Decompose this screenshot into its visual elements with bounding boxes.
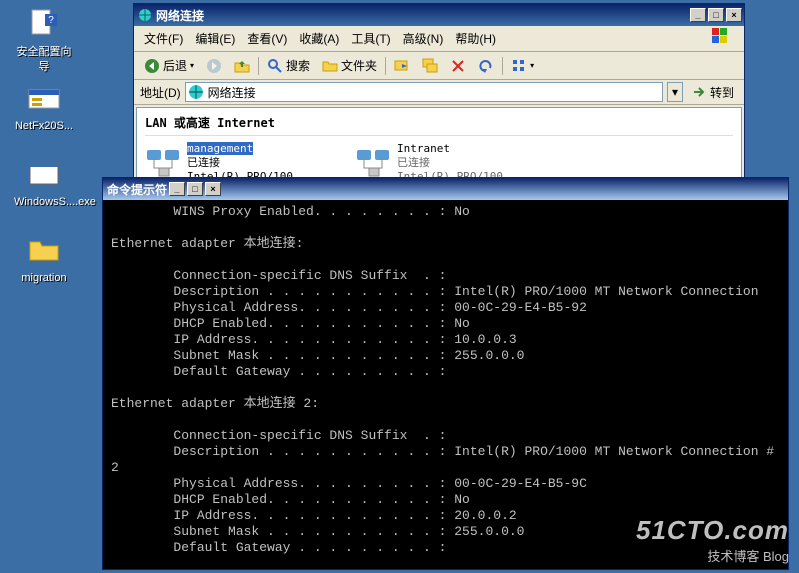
windows-flag-icon — [712, 28, 740, 44]
maximize-button[interactable]: □ — [708, 8, 724, 22]
nic-icon — [145, 146, 181, 180]
minimize-button[interactable]: _ — [169, 182, 185, 196]
menu-advanced[interactable]: 高级(N) — [397, 28, 450, 49]
explorer-menubar: 文件(F) 编辑(E) 查看(V) 收藏(A) 工具(T) 高级(N) 帮助(H… — [134, 26, 744, 52]
address-label: 地址(D) — [140, 84, 181, 101]
copy-to-icon — [422, 58, 438, 74]
folders-icon — [322, 58, 338, 74]
nic-icon — [355, 146, 391, 180]
go-arrow-icon — [691, 84, 707, 100]
connection-status: 已连接 — [187, 156, 313, 170]
explorer-title: 网络连接 — [156, 7, 204, 24]
network-icon — [138, 8, 152, 22]
menu-file[interactable]: 文件(F) — [138, 28, 189, 49]
delete-icon — [450, 58, 466, 74]
folders-button[interactable]: 文件夹 — [318, 55, 381, 76]
desktop-icon-label: WindowsS....exe — [14, 196, 96, 208]
up-button[interactable] — [230, 56, 254, 76]
network-icon — [188, 84, 204, 100]
group-header: LAN 或高速 Internet — [137, 108, 741, 135]
menu-edit[interactable]: 编辑(E) — [189, 28, 241, 49]
maximize-button[interactable]: □ — [187, 182, 203, 196]
desktop-icon-windowss-exe[interactable]: WindowsS....exe — [14, 158, 74, 209]
explorer-content[interactable]: LAN 或高速 Internet management 已连接 Intel(R)… — [136, 107, 742, 187]
menu-help[interactable]: 帮助(H) — [449, 28, 502, 49]
folder-icon — [28, 234, 60, 266]
connection-name: Intranet — [397, 142, 523, 156]
desktop-icon-label: 安全配置向导 — [17, 46, 72, 73]
chevron-down-icon: ▾ — [530, 61, 534, 70]
undo-icon — [478, 58, 494, 74]
watermark-line1: 51CTO.com — [636, 515, 789, 546]
address-dropdown[interactable]: ▾ — [667, 82, 683, 102]
back-icon — [144, 58, 160, 74]
menu-tools[interactable]: 工具(T) — [345, 28, 396, 49]
menu-view[interactable]: 查看(V) — [241, 28, 293, 49]
undo-button[interactable] — [474, 56, 498, 76]
desktop-icon-netfx[interactable]: NetFx20S... — [14, 82, 74, 133]
delete-button[interactable] — [446, 56, 470, 76]
shield-icon: ? — [28, 8, 60, 40]
tool-move-button[interactable] — [390, 56, 414, 76]
views-button[interactable]: ▾ — [507, 56, 538, 76]
up-folder-icon — [234, 58, 250, 74]
views-icon — [511, 58, 527, 74]
connection-status: 已连接 — [397, 156, 523, 170]
cmd-output[interactable]: WINS Proxy Enabled. . . . . . . . : No E… — [103, 200, 788, 569]
close-button[interactable]: × — [205, 182, 221, 196]
address-input[interactable] — [185, 82, 663, 102]
explorer-toolbar: 后退 ▾ 搜索 文件夹 ▾ — [134, 52, 744, 80]
search-icon — [267, 58, 283, 74]
desktop-icon-label: NetFx20S... — [15, 120, 73, 132]
menu-fav[interactable]: 收藏(A) — [293, 28, 345, 49]
explorer-window: 网络连接 _ □ × 文件(F) 编辑(E) 查看(V) 收藏(A) 工具(T)… — [133, 3, 745, 185]
forward-button[interactable] — [202, 56, 226, 76]
watermark: 51CTO.com 技术博客 Blog — [636, 515, 789, 565]
connection-name: management — [187, 142, 253, 155]
move-to-icon — [394, 58, 410, 74]
back-button[interactable]: 后退 ▾ — [140, 55, 198, 76]
cmd-titlebar[interactable]: C:\ 命令提示符 _ □ × — [103, 178, 788, 200]
desktop-icon-migration[interactable]: migration — [14, 234, 74, 285]
tool-copy-button[interactable] — [418, 56, 442, 76]
explorer-titlebar[interactable]: 网络连接 _ □ × — [134, 4, 744, 26]
svg-text:?: ? — [48, 15, 54, 26]
watermark-line2: 技术博客 Blog — [636, 546, 789, 565]
minimize-button[interactable]: _ — [690, 8, 706, 22]
chevron-down-icon: ▾ — [190, 61, 194, 70]
go-button[interactable]: 转到 — [687, 84, 738, 101]
setup-icon — [28, 82, 60, 114]
search-button[interactable]: 搜索 — [263, 55, 314, 76]
desktop-icon-security-wizard[interactable]: ? 安全配置向导 — [14, 8, 74, 74]
exe-window-icon — [28, 158, 60, 190]
forward-icon — [206, 58, 222, 74]
address-bar: 地址(D) ▾ 转到 — [134, 80, 744, 105]
desktop-icon-label: migration — [21, 272, 66, 284]
cmd-title: 命令提示符 — [107, 181, 167, 198]
cmd-window: C:\ 命令提示符 _ □ × WINS Proxy Enabled. . . … — [102, 177, 789, 570]
close-button[interactable]: × — [726, 8, 742, 22]
